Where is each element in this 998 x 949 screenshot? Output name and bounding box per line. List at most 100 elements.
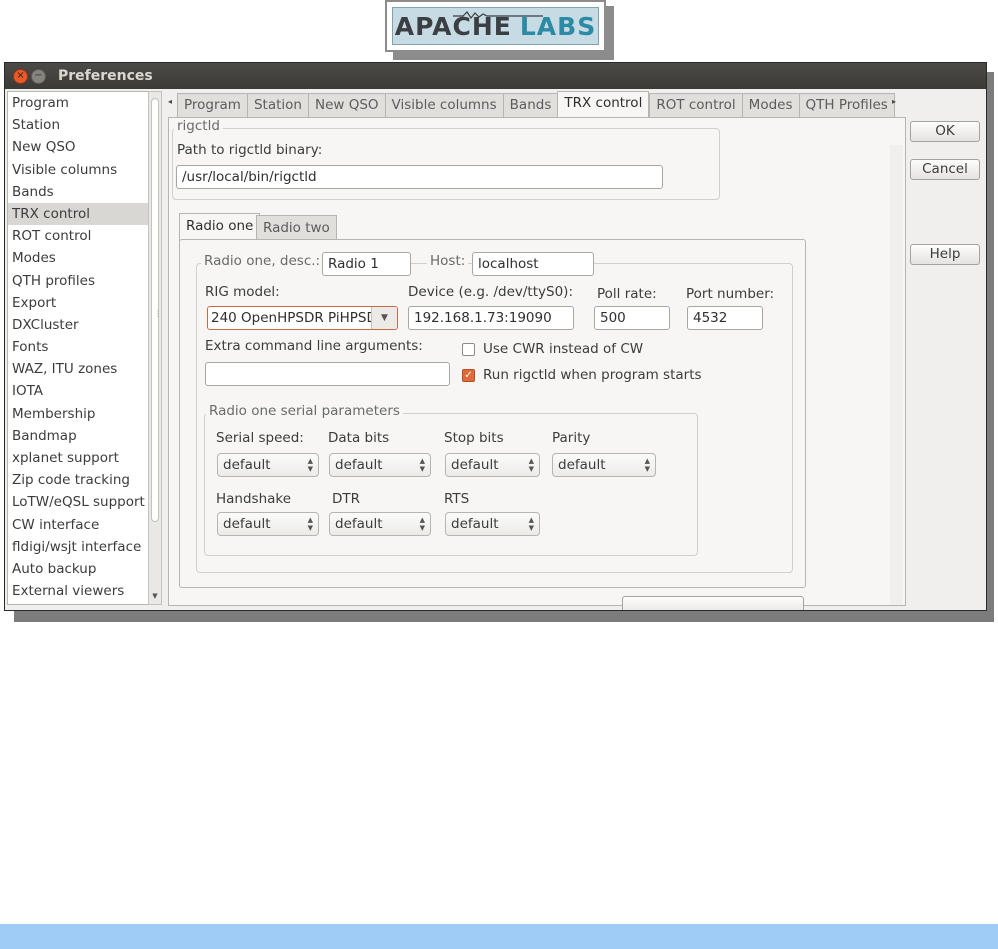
use-cwr-checkbox-box[interactable]	[462, 342, 475, 356]
tab-rot-control[interactable]: ROT control	[649, 93, 742, 117]
parity-select[interactable]: default ▲ ▼	[552, 453, 656, 477]
partially-hidden-button[interactable]	[622, 596, 804, 610]
close-icon[interactable]: ×	[13, 68, 28, 84]
list-item-external-viewers[interactable]: External viewers	[8, 580, 149, 602]
dtr-label: DTR	[332, 491, 361, 507]
list-item-visible-columns[interactable]: Visible columns	[8, 159, 149, 181]
extra-args-input[interactable]	[205, 362, 450, 386]
dtr-value: default	[335, 516, 383, 532]
tab-qth-profiles[interactable]: QTH Profiles	[798, 93, 895, 117]
run-rigctld-checkbox[interactable]: ✓ Run rigctld when program starts	[462, 367, 702, 383]
data-bits-select[interactable]: default ▲ ▼	[329, 453, 431, 477]
category-list[interactable]: Program Station New QSO Visible columns …	[7, 91, 150, 605]
list-item-lotw-eqsl-support[interactable]: LoTW/eQSL support	[8, 491, 149, 513]
rig-model-label: RIG model:	[205, 284, 280, 300]
help-button[interactable]: Help	[910, 244, 980, 265]
tab-new-qso[interactable]: New QSO	[307, 93, 385, 117]
list-item-cw-interface[interactable]: CW interface	[8, 514, 149, 536]
list-item-export[interactable]: Export	[8, 292, 149, 314]
stop-bits-label: Stop bits	[444, 430, 504, 446]
serial-params-title: Radio one serial parameters	[206, 403, 403, 419]
apache-labs-logo: APACHE LABS	[385, 0, 606, 52]
checkmark-icon[interactable]: ✓	[462, 368, 475, 382]
minimize-icon[interactable]: −	[31, 68, 46, 84]
rigctld-group	[172, 128, 720, 200]
serial-speed-value: default	[223, 457, 271, 473]
device-input[interactable]: 192.168.1.73:19090	[408, 306, 574, 330]
run-rigctld-label: Run rigctld when program starts	[483, 367, 702, 383]
list-scrollbar[interactable]: ▼	[148, 91, 162, 605]
dtr-select[interactable]: default ▲ ▼	[329, 512, 431, 536]
updown-icon: ▲ ▼	[419, 516, 425, 532]
list-item-auto-backup[interactable]: Auto backup	[8, 558, 149, 580]
tab-scroll-right-icon[interactable]: ▸	[892, 97, 896, 106]
host-label: Host:	[427, 253, 469, 269]
radio-desc-input[interactable]: Radio 1	[322, 252, 411, 276]
updown-icon: ▲ ▼	[528, 457, 534, 473]
list-item-bands[interactable]: Bands	[8, 181, 149, 203]
window-title: Preferences	[58, 68, 153, 84]
poll-rate-input[interactable]: 500	[594, 306, 670, 330]
list-item-new-qso[interactable]: New QSO	[8, 136, 149, 158]
rigctld-path-input[interactable]: /usr/local/bin/rigctld	[176, 165, 663, 189]
updown-icon: ▲ ▼	[419, 457, 425, 473]
titlebar: × − Preferences	[5, 63, 986, 89]
list-item-bandmap[interactable]: Bandmap	[8, 425, 149, 447]
rts-value: default	[451, 516, 499, 532]
updown-icon: ▲ ▼	[644, 457, 650, 473]
list-item-trx-control[interactable]: TRX control	[8, 202, 149, 226]
tab-scroll-left-icon[interactable]: ◂	[168, 97, 172, 106]
handshake-value: default	[223, 516, 271, 532]
list-item-modes[interactable]: Modes	[8, 247, 149, 269]
tab-radio-two[interactable]: Radio two	[256, 215, 337, 241]
tab-visible-columns[interactable]: Visible columns	[384, 93, 503, 117]
stop-bits-value: default	[451, 457, 499, 473]
rig-model-value: 240 OpenHPSDR PiHPSD	[211, 310, 377, 326]
panel-scrollbar[interactable]	[890, 145, 903, 605]
cancel-button[interactable]: Cancel	[910, 159, 980, 180]
list-item-zip-code-tracking[interactable]: Zip code tracking	[8, 469, 149, 491]
ok-button[interactable]: OK	[910, 121, 980, 142]
serial-speed-select[interactable]: default ▲ ▼	[217, 453, 319, 477]
rts-label: RTS	[444, 491, 470, 507]
handshake-select[interactable]: default ▲ ▼	[217, 512, 319, 536]
use-cwr-checkbox[interactable]: Use CWR instead of CW	[462, 341, 643, 357]
extra-args-label: Extra command line arguments:	[205, 338, 423, 354]
list-item-rot-control[interactable]: ROT control	[8, 225, 149, 247]
serial-speed-label: Serial speed:	[216, 430, 304, 446]
rts-select[interactable]: default ▲ ▼	[445, 512, 540, 536]
chevron-down-icon[interactable]: ▼	[371, 307, 397, 329]
list-item-station[interactable]: Station	[8, 114, 149, 136]
scroll-down-icon[interactable]: ▼	[149, 592, 161, 604]
list-item-iota[interactable]: IOTA	[8, 380, 149, 402]
splitter-handle[interactable]: ⋮	[154, 309, 162, 319]
waveform-icon	[453, 11, 543, 20]
tab-radio-one[interactable]: Radio one	[179, 213, 261, 241]
tab-program[interactable]: Program	[177, 93, 247, 117]
updown-icon: ▲ ▼	[307, 457, 313, 473]
tab-bands[interactable]: Bands	[502, 93, 558, 117]
rigctld-group-title: rigctld	[174, 118, 223, 134]
list-item-waz-itu-zones[interactable]: WAZ, ITU zones	[8, 358, 149, 380]
list-item-program[interactable]: Program	[8, 92, 149, 114]
stop-bits-select[interactable]: default ▲ ▼	[445, 453, 540, 477]
parity-value: default	[558, 457, 606, 473]
list-item-qth-profiles[interactable]: QTH profiles	[8, 270, 149, 292]
tab-station[interactable]: Station	[246, 93, 308, 117]
tab-modes[interactable]: Modes	[741, 93, 799, 117]
poll-rate-label: Poll rate:	[597, 286, 657, 302]
list-item-dxcluster[interactable]: DXCluster	[8, 314, 149, 336]
tab-bar: Program Station New QSO Visible columns …	[177, 91, 895, 118]
list-item-xplanet-support[interactable]: xplanet support	[8, 447, 149, 469]
list-item-membership[interactable]: Membership	[8, 403, 149, 425]
list-item-fldigi-wsjt-interface[interactable]: fldigi/wsjt interface	[8, 536, 149, 558]
host-input[interactable]: localhost	[472, 252, 594, 276]
bottom-bar	[0, 924, 998, 949]
parity-label: Parity	[552, 430, 591, 446]
list-item-fonts[interactable]: Fonts	[8, 336, 149, 358]
tab-trx-control[interactable]: TRX control	[557, 91, 650, 118]
rig-model-select[interactable]: 240 OpenHPSDR PiHPSD ▼	[207, 306, 398, 330]
rigctld-path-label: Path to rigctld binary:	[177, 142, 323, 158]
preferences-window: × − Preferences Program Station New QSO …	[4, 62, 987, 611]
port-number-input[interactable]: 4532	[687, 306, 763, 330]
